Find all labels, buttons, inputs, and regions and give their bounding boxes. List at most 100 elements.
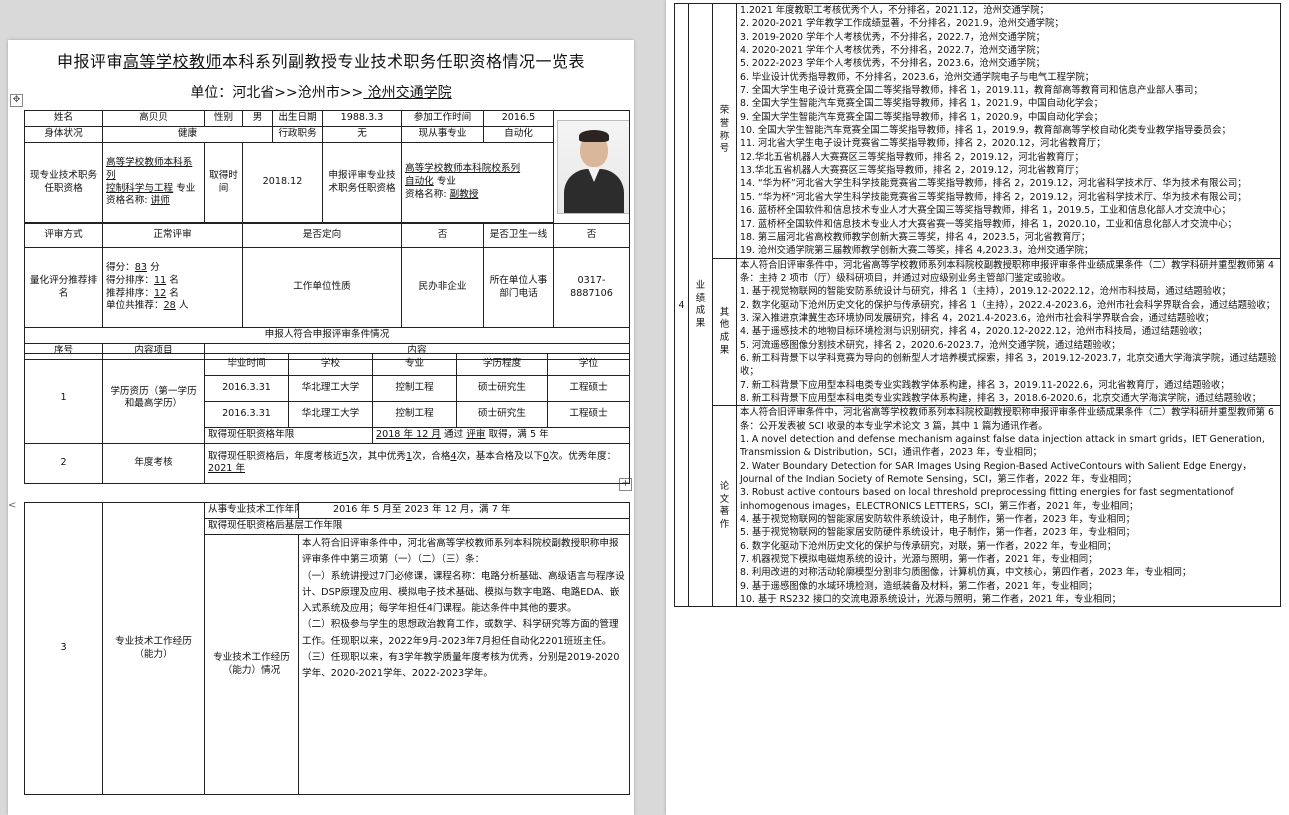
edu-cell: 2016.3.31 xyxy=(204,401,289,428)
cur-qual-series: 高等学校教师本科系列 xyxy=(106,156,193,181)
apply-qualification-value: 高等学校教师本科院校系列 自动化 专业 资格名称: 副教授 xyxy=(401,142,554,223)
edu-cell: 华北理工大学 xyxy=(288,375,373,402)
score-rank-value: 11 xyxy=(153,274,167,286)
achievements-label-text: 业绩成果 xyxy=(695,279,706,329)
other-achievement-item: 7. 新工科背景下应用型本科电类专业实践教学体系构建，排名 3，2019.11-… xyxy=(740,379,1230,391)
unit-rec-text: 单位共推荐： xyxy=(106,300,164,312)
exp-paragraph: （二）积极参与学生的思想政治教育工作，或数学、科学研究等方面的管理工作。任现职以… xyxy=(302,619,619,647)
edu-years-label: 取得现任职资格年限 xyxy=(204,427,373,444)
assess-item: 年度考核 xyxy=(102,442,205,484)
exp-base-label: 取得现任职资格后基层工作年限 xyxy=(204,518,630,535)
unit-prefix: 单位：河北省>>沧州市>> xyxy=(190,85,364,101)
cur-qual-major: 控制科学与工程 xyxy=(106,182,174,194)
table-move-handle-icon[interactable]: ✥ xyxy=(10,94,23,107)
edu-cell: 工程硕士 xyxy=(547,401,630,428)
honor-item: 3. 2019-2020 学年个人考核优秀，不分排名，2022.7，沧州交通学院… xyxy=(740,31,1046,43)
collapse-arrow-icon[interactable]: < xyxy=(8,500,16,518)
gender-label: 性别 xyxy=(204,110,243,127)
experience-table: 3 专业技术工作经历（能力） 从事专业技术工作年限 2016 年 5 月至 20… xyxy=(24,502,630,795)
get-time-label: 取得时间 xyxy=(204,142,243,223)
honor-item: 7. 全国大学生电子设计竞赛全国二等奖指导教师，排名 1，2019.11，教育部… xyxy=(740,85,1203,97)
score-value: 83 xyxy=(134,261,147,273)
edu-cell: 华北理工大学 xyxy=(288,401,373,428)
unit-nature-value: 民办非企业 xyxy=(401,247,484,328)
hr-phone-label: 所在单位人事部门电话 xyxy=(483,247,554,328)
honor-item: 16. 蓝桥杯全国软件和信息技术专业人才大赛全国三等奖指导教师，排名 1，201… xyxy=(740,205,1231,217)
title-part: 申报评审 xyxy=(56,52,123,71)
rec-rank-value: 12 xyxy=(153,287,167,299)
exp-item: 专业技术工作经历（能力） xyxy=(102,502,205,795)
other-achievement-item: 2. 数字化驱动下沧州历史文化的保护与传承研究，排名 1（主持），2022.4-… xyxy=(740,299,1276,324)
cur-qual-name: 讲师 xyxy=(150,195,170,207)
other-achievement-item: 4. 基于遥感技术的地物目标环境检测与识别研究，排名 4，2020.12-202… xyxy=(740,326,1208,338)
assess-text: 次，合格 xyxy=(412,450,451,462)
exp-years-value: 2016 年 5 月至 2023 年 12 月，满 7 年 xyxy=(298,502,630,519)
apply-major: 自动化 xyxy=(405,176,434,188)
rec-rank-unit: 名 xyxy=(169,287,179,299)
paper-item: 6. 数字化驱动下沧州历史文化的保护与传承研究，对联，第一作者，2022 年，专… xyxy=(740,540,1117,552)
honor-item: 6. 毕业设计优秀指导教师，不分排名，2023.6，沧州交通学院电子与电气工程学… xyxy=(740,71,1095,83)
applicant-photo xyxy=(557,120,629,214)
honor-item: 12.华北五省机器人大赛赛区三等奖指导教师，排名 2，2019.12，河北省教育… xyxy=(740,151,1084,163)
apply-name-label: 资格名称: xyxy=(405,188,447,200)
edu-cell: 控制工程 xyxy=(372,401,457,428)
current-qualification-value: 高等学校教师本科系列 控制科学与工程 专业 资格名称: 讲师 xyxy=(102,142,205,223)
health-label: 身体状况 xyxy=(24,126,103,143)
exp-sub-label: 专业技术工作经历（能力）情况 xyxy=(204,534,299,795)
document-title: 申报评审高等学校教师本科系列副教授专业技术职务任职资格情况一览表 xyxy=(8,48,634,72)
assess-text: 次，基本合格及以下 xyxy=(456,450,543,462)
honor-item: 9. 全国大学生智能汽车竞赛全国二等奖指导教师，排名 1，2020.9，中国自动… xyxy=(740,111,1104,123)
cur-qual-major-suffix: 专业 xyxy=(176,182,196,194)
honor-item: 1.2021 年度教职工考核优秀个人，不分排名，2021.12，沧州交通学院； xyxy=(740,5,1049,16)
unit-rec-value: 28 xyxy=(163,300,176,312)
edu-header: 专业 xyxy=(372,353,457,376)
current-major-value: 自动化 xyxy=(483,126,554,143)
honor-item: 17. 蓝桥杯全国软件和信息技术专业人才大赛省赛一等奖指导教师，排名 1，202… xyxy=(740,218,1237,230)
get-time-value: 2018.12 xyxy=(242,142,323,223)
edu-years-total: 取得，满 5 年 xyxy=(488,429,549,440)
edu-years-value: 2018 年 12 月 通过 评审 取得，满 5 年 xyxy=(372,427,630,444)
directed-label: 是否定向 xyxy=(242,223,402,248)
assess-content: 取得现任职资格后，年度考核近5次，其中优秀1次，合格4次，基本合格及以下0次。优… xyxy=(204,442,630,484)
papers-label: 论文著作 xyxy=(712,405,737,608)
birth-value: 1988.3.3 xyxy=(322,110,402,127)
unit-nature-label: 工作单位性质 xyxy=(242,247,402,328)
assess-text: 次，其中优秀 xyxy=(348,450,406,462)
health-line-value: 否 xyxy=(553,223,630,248)
work-start-value: 2016.5 xyxy=(483,110,554,127)
honor-item: 2. 2020-2021 学年教学工作成绩显著，不分排名，2021.9，沧州交通… xyxy=(740,18,1064,30)
other-achievement-item: 1. 基于视觉物联网的智能安防系统设计与研究，排名 1（主持），2019.12-… xyxy=(740,286,1231,298)
paper-item: 5. 基于视觉物联网的智能家居安防硬件系统设计，电子制作，第一作者，2023 年… xyxy=(740,527,1136,539)
assess-no: 2 xyxy=(24,442,103,484)
score-ranking-value: 得分：83 分 得分排序：11 名 推荐排序：12 名 单位共推荐：28 人 xyxy=(102,247,243,328)
apply-series: 高等学校教师本科院校系列 xyxy=(405,163,521,175)
edu-cell: 硕士研究生 xyxy=(456,375,548,402)
score-rank-unit: 名 xyxy=(169,274,179,286)
apply-name: 副教授 xyxy=(449,188,479,200)
paper-item: 4. 基于视觉物联网的智能家居安防软件系统设计，电子制作，第一作者，2023 年… xyxy=(740,514,1136,526)
exp-paragraph: 本人符合旧评审条件中，河北省高等学校教师系列本科院校副教授职称申报评审条件中第三… xyxy=(302,538,619,566)
work-start-label: 参加工作时间 xyxy=(401,110,484,127)
admin-post-label: 行政职务 xyxy=(272,126,323,143)
other-achievement-item: 6. 新工科背景下以学科竞赛为导向的创新型人才培养模式探索，排名 3，2019.… xyxy=(740,352,1277,378)
paper-item: 2. Water Boundary Detection for SAR Imag… xyxy=(740,460,1252,486)
education-table: 1 学历资历（第一学历和最高学历） 毕业时间 学校 专业 学历程度 学位 201… xyxy=(24,353,630,484)
health-value: 健康 xyxy=(102,126,273,143)
assess-text: 取得现任职资格后，年度考核近 xyxy=(208,450,343,462)
honor-item: 15. “华为杯”河北省大学生科学技能竞赛省三等奖指导教师，排名 2，2019.… xyxy=(740,191,1247,203)
honor-item: 13.华北五省机器人大赛赛区三等奖指导教师，排名 2，2019.12，河北省教育… xyxy=(740,165,1084,177)
other-achievement-item: 5. 河流遥感图像分割技术研究，排名 2，2020.6-2023.7，沧州交通学… xyxy=(740,339,1121,351)
other-label-text: 其他成果 xyxy=(719,306,730,356)
honor-list: 1.2021 年度教职工考核优秀个人，不分排名，2021.12，沧州交通学院； 2… xyxy=(736,3,1281,259)
score-unit: 分 xyxy=(150,261,160,273)
honor-item: 19. 沧州交通学院第三届教师教学创新大赛二等奖，排名 4,2023.3，沧州交… xyxy=(740,245,1094,257)
apply-qualification-label: 申报评审专业技术职务任职资格 xyxy=(322,142,402,223)
edu-years-method: 评审 xyxy=(466,429,486,440)
edu-header: 毕业时间 xyxy=(204,353,289,376)
current-major-label: 现从事专业 xyxy=(401,126,484,143)
edu-no: 1 xyxy=(24,353,103,444)
hr-phone-value: 0317-8887106 xyxy=(553,247,630,328)
papers-list: 本人符合旧评审条件中，河北省高等学校教师系列本科院校副教授职称申报评审条件业绩成… xyxy=(736,405,1281,608)
current-qualification-label: 现专业技术职务任职资格 xyxy=(24,142,103,223)
achievements-label: 业绩成果 xyxy=(688,2,713,608)
